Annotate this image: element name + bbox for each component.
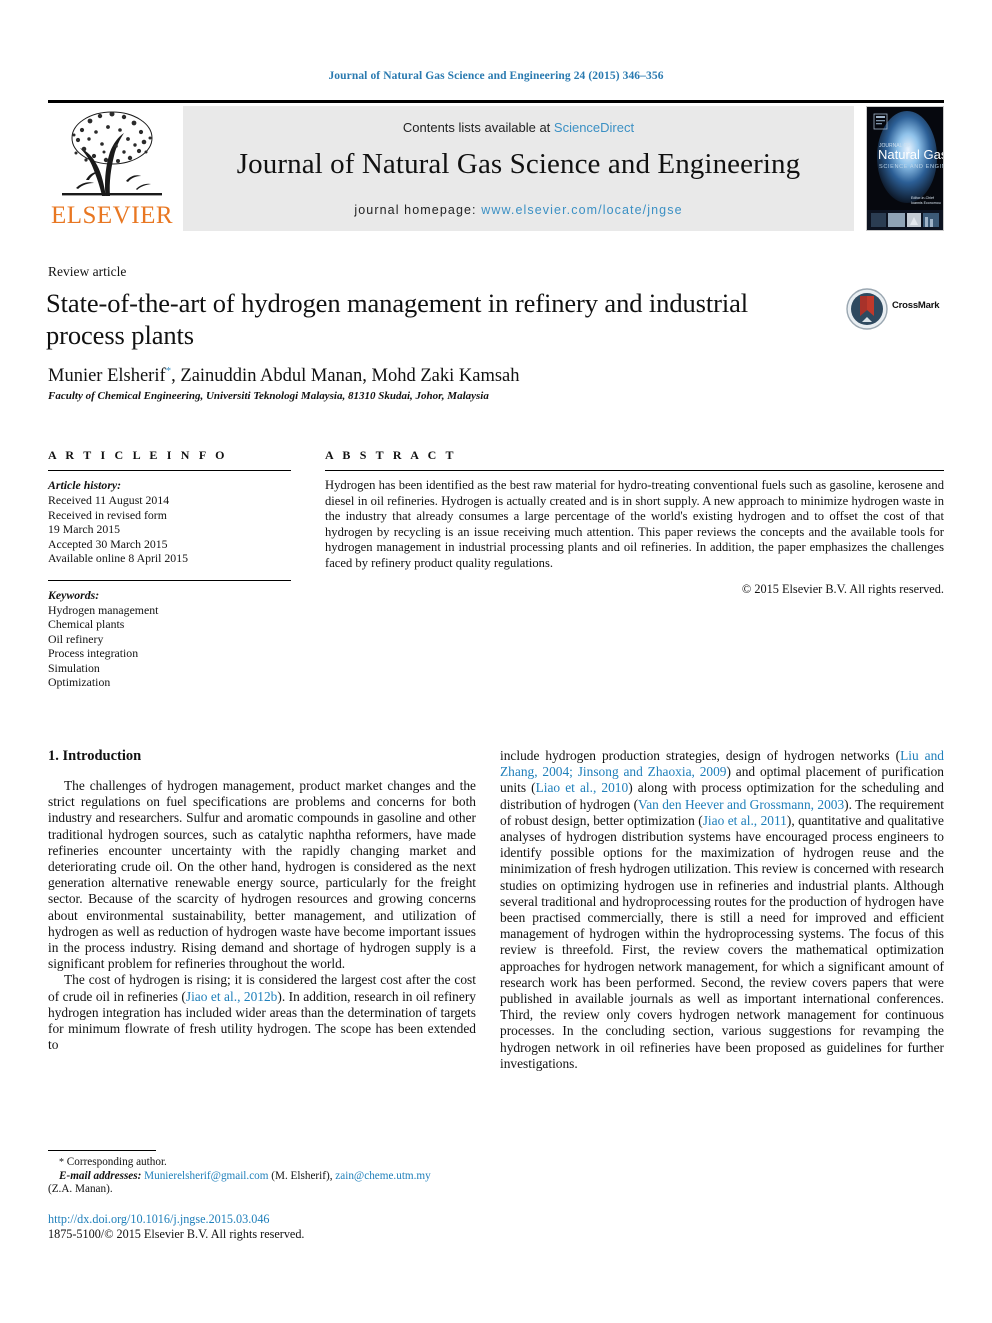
article-history-label: Article history: (48, 478, 122, 492)
article-type-label: Review article (48, 264, 127, 279)
email-addresses-label: E-mail addresses: (59, 1169, 142, 1182)
email-owner-primary: (M. Elsherif), (268, 1169, 336, 1182)
section-heading-introduction: 1. Introduction (48, 748, 142, 764)
footnote-corresponding-line: * Corresponding author. (48, 1156, 476, 1170)
paragraph: include hydrogen production strategies, … (500, 748, 944, 1072)
footnote-corresponding-text: Corresponding author. (64, 1156, 167, 1168)
contents-lists-line: Contents lists available at ScienceDirec… (183, 120, 854, 135)
article-info-block: A R T I C L E I N F O Article history: R… (48, 448, 291, 690)
svg-text:Natural Gas: Natural Gas (878, 147, 943, 162)
author-first: Munier Elsherif (48, 366, 166, 387)
journal-cover-thumbnail: JOURNAL OF Natural Gas SCIENCE AND ENGIN… (866, 106, 944, 231)
body-column-right: include hydrogen production strategies, … (500, 748, 944, 1072)
history-item: Available online 8 April 2015 (48, 551, 189, 565)
homepage-prefix: journal homepage: (354, 203, 482, 217)
crossmark-label: CrossMark (892, 300, 940, 311)
abstract-rule (325, 470, 944, 471)
keyword-item: Oil refinery (48, 631, 104, 646)
history-item: 19 March 2015 (48, 522, 121, 536)
citation-link[interactable]: Liao et al., 2010 (536, 780, 629, 795)
crossmark-badge[interactable]: CrossMark (846, 288, 940, 336)
history-item: Received 11 August 2014 (48, 493, 170, 507)
abstract-block: A B S T R A C T Hydrogen has been identi… (325, 448, 944, 597)
issn-copyright-line: 1875-5100/© 2015 Elsevier B.V. All right… (48, 1227, 305, 1241)
journal-title: Journal of Natural Gas Science and Engin… (236, 148, 801, 180)
running-head-citation: Journal of Natural Gas Science and Engin… (328, 70, 664, 82)
abstract-text: Hydrogen has been identified as the best… (325, 478, 944, 570)
email-owner-secondary: (Z.A. Manan). (48, 1183, 113, 1196)
masthead-center-panel: Contents lists available at ScienceDirec… (183, 106, 854, 231)
author-affiliation: Faculty of Chemical Engineering, Univers… (48, 390, 489, 402)
citation-link[interactable]: Van den Heever and Grossmann, 2003 (638, 797, 844, 812)
email-link-secondary[interactable]: zain@cheme.utm.my (335, 1170, 430, 1182)
elsevier-tree-icon (56, 108, 168, 200)
page-title: State-of-the-art of hydrogen management … (46, 288, 749, 350)
keyword-item: Hydrogen management (48, 602, 159, 617)
masthead-top-rule (48, 100, 944, 103)
article-info-rule-mid (48, 579, 291, 581)
svg-text:Ioannis Economou: Ioannis Economou (911, 201, 941, 205)
article-info-heading: A R T I C L E I N F O (48, 448, 228, 462)
author-list: Munier Elsherif*, Zainuddin Abdul Manan,… (48, 365, 848, 387)
abstract-heading: A B S T R A C T (325, 448, 457, 462)
keyword-item: Optimization (48, 675, 111, 689)
crossmark-icon (846, 288, 888, 330)
keyword-item: Simulation (48, 660, 100, 675)
footnote-rule (48, 1150, 156, 1151)
footnote-email-line: E-mail addresses: Munierelsherif@gmail.c… (48, 1170, 476, 1197)
email-link-primary[interactable]: Munierelsherif@gmail.com (144, 1170, 268, 1182)
svg-text:SCIENCE AND ENGINEERING: SCIENCE AND ENGINEERING (879, 164, 943, 170)
history-item: Accepted 30 March 2015 (48, 536, 168, 551)
keyword-item: Chemical plants (48, 617, 125, 631)
history-item: Received in revised form (48, 507, 167, 522)
page-footer: http://dx.doi.org/10.1016/j.jngse.2015.0… (48, 1212, 548, 1242)
journal-homepage-line: journal homepage: www.elsevier.com/locat… (183, 203, 854, 217)
sciencedirect-link[interactable]: ScienceDirect (554, 120, 634, 135)
journal-masthead: ELSEVIER Contents lists available at Sci… (48, 100, 944, 231)
svg-text:Editor-in-Chief: Editor-in-Chief (911, 196, 934, 200)
doi-link[interactable]: http://dx.doi.org/10.1016/j.jngse.2015.0… (48, 1212, 548, 1227)
contents-prefix: Contents lists available at (402, 120, 554, 135)
corresponding-author-footnote: * Corresponding author. E-mail addresses… (48, 1150, 476, 1197)
body-column-left: 1. Introduction The challenges of hydrog… (48, 748, 476, 1053)
elsevier-wordmark: ELSEVIER (50, 202, 174, 229)
keywords-label: Keywords: (48, 587, 100, 602)
paragraph-text: ), quantitative and qualitative analyses… (500, 812, 945, 1071)
citation-link[interactable]: Jiao et al., 2011 (703, 813, 787, 828)
paper-page: Journal of Natural Gas Science and Engin… (0, 0, 992, 1323)
keyword-item: Process integration (48, 646, 139, 660)
article-info-rule-top (48, 470, 291, 471)
paragraph: The cost of hydrogen is rising; it is co… (48, 972, 476, 1053)
journal-homepage-link[interactable]: www.elsevier.com/locate/jngse (481, 203, 682, 217)
elsevier-logo: ELSEVIER (48, 106, 176, 231)
citation-link[interactable]: Jiao et al., 2012b (186, 989, 278, 1004)
abstract-copyright: © 2015 Elsevier B.V. All rights reserved… (741, 581, 944, 596)
paragraph: The challenges of hydrogen management, p… (48, 778, 476, 972)
author-rest: , Zainuddin Abdul Manan, Mohd Zaki Kamsa… (171, 366, 520, 387)
paragraph-text: include hydrogen production strategies, … (500, 748, 901, 763)
